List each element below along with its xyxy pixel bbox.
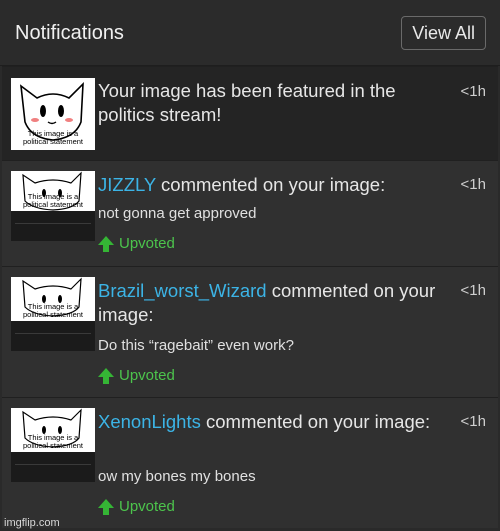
upvoted-label: Upvoted — [119, 367, 175, 384]
thumbnail-caption: This image is a political statement — [22, 192, 84, 209]
notification-comment[interactable]: This image is a political statement Xeno… — [2, 397, 498, 528]
notification-time: <1h — [460, 282, 486, 299]
upvoted-status: Upvoted — [98, 498, 175, 515]
thumbnail-dark-area — [11, 211, 95, 241]
thumbnail-caption: This image is a political statement — [22, 433, 84, 450]
up-arrow-icon — [98, 236, 114, 252]
comment-text: ow my bones my bones — [98, 468, 256, 485]
notification-featured[interactable]: This image is a political statement Your… — [2, 66, 498, 160]
notification-text: JIZZLY commented on your image: — [98, 173, 443, 197]
username-link[interactable]: JIZZLY — [98, 174, 156, 195]
upvoted-status: Upvoted — [98, 235, 175, 252]
notification-action: commented on your image: — [200, 411, 431, 432]
notification-time: <1h — [460, 413, 486, 430]
comment-text: not gonna get approved — [98, 205, 257, 222]
notification-comment[interactable]: This image is a political statement JIZZ… — [2, 160, 498, 266]
up-arrow-icon — [98, 499, 114, 515]
username-link[interactable]: XenonLights — [98, 411, 201, 432]
username-link[interactable]: Brazil_worst_Wizard — [98, 280, 267, 301]
page-title: Notifications — [15, 22, 124, 44]
notification-time: <1h — [460, 83, 486, 100]
up-arrow-icon — [98, 368, 114, 384]
thumbnail-dark-area — [11, 321, 95, 351]
image-thumbnail[interactable]: This image is a political statement — [11, 171, 95, 241]
upvoted-status: Upvoted — [98, 367, 175, 384]
image-thumbnail[interactable]: This image is a political statement — [11, 277, 95, 351]
image-thumbnail[interactable]: This image is a political statement — [11, 408, 95, 482]
upvoted-label: Upvoted — [119, 498, 175, 515]
thumbnail-dark-area — [11, 452, 95, 482]
notification-comment[interactable]: This image is a political statement Braz… — [2, 266, 498, 397]
comment-text: Do this “ragebait” even work? — [98, 337, 294, 354]
notification-text: XenonLights commented on your image: — [98, 410, 443, 434]
notifications-header: Notifications View All — [0, 0, 500, 66]
thumbnail-caption: This image is a political statement — [22, 129, 84, 146]
view-all-button[interactable]: View All — [401, 16, 486, 50]
upvoted-label: Upvoted — [119, 235, 175, 252]
notification-text: Your image has been featured in the poli… — [98, 80, 396, 125]
thumbnail-caption: This image is a political statement — [22, 302, 84, 319]
notification-text: Brazil_worst_Wizard commented on your im… — [98, 279, 443, 327]
notification-time: <1h — [460, 176, 486, 193]
image-thumbnail[interactable]: This image is a political statement — [11, 78, 95, 150]
notification-action: commented on your image: — [155, 174, 386, 195]
imgflip-watermark: imgflip.com — [4, 517, 60, 529]
